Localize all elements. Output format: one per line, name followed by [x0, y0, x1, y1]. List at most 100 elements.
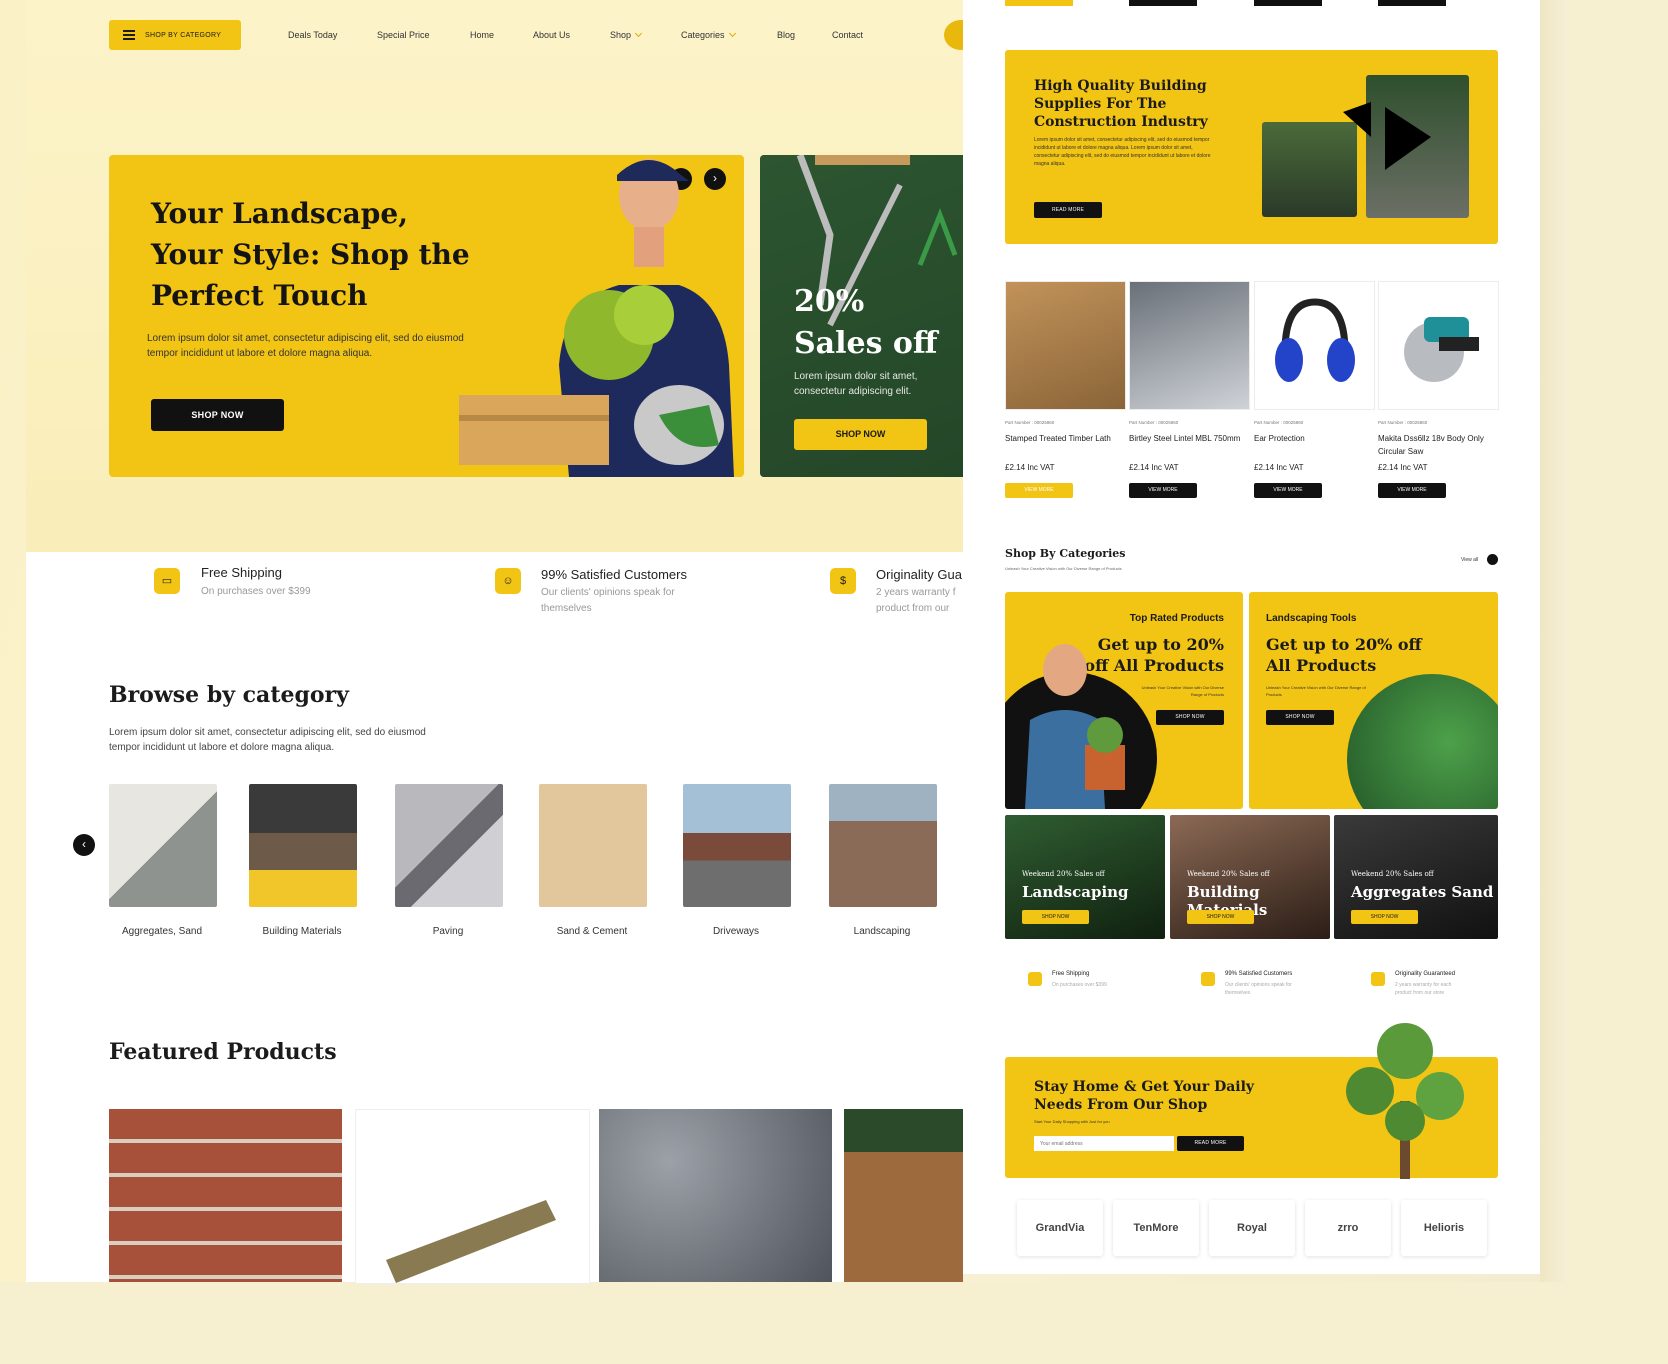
feature-title: Free Shipping	[201, 565, 282, 580]
product-fence-image[interactable]	[844, 1109, 963, 1282]
sale-title: 20% Sales off	[794, 284, 938, 361]
product-name[interactable]: Makita Dss6llz 18v Body Only Circular Sa…	[1378, 432, 1493, 458]
homepage-right: High Quality Building Supplies For The C…	[963, 0, 1540, 1274]
newsletter-sub: Start Your Daily Shopping with Just for …	[1034, 1119, 1110, 1124]
play-icon[interactable]	[1343, 102, 1433, 172]
hero-shop-now-button[interactable]: SHOP NOW	[151, 399, 284, 431]
feature-sub: 2 years warranty for each product from o…	[1395, 982, 1452, 996]
newsletter-banner: Stay Home & Get Your Daily Needs From Ou…	[1005, 1023, 1498, 1179]
category-label[interactable]: Building Materials	[237, 926, 367, 937]
product-name[interactable]: Ear Protection	[1254, 432, 1369, 445]
browse-title: Browse by category	[109, 682, 349, 708]
category-aggregates-image[interactable]	[109, 784, 217, 907]
category-landscaping-image[interactable]	[829, 784, 937, 907]
category-paving-image[interactable]	[395, 784, 503, 907]
browse-text: Lorem ipsum dolor sit amet, consectetur …	[109, 727, 426, 753]
nav-shop[interactable]: Shop	[610, 29, 643, 40]
product-bricks-image[interactable]	[109, 1109, 342, 1282]
tile-kicker: Weekend 20% Sales off	[1351, 870, 1434, 878]
weekend-tile-landscaping[interactable]: Weekend 20% Sales off Landscaping SHOP N…	[1005, 815, 1165, 939]
category-label[interactable]: Driveways	[671, 926, 801, 937]
product-image-circular-saw[interactable]	[1378, 281, 1499, 410]
feature-title: Free Shipping	[1052, 971, 1090, 977]
chevron-down-icon	[728, 29, 736, 38]
promo-kicker: Top Rated Products	[1129, 613, 1224, 624]
nav-contact[interactable]: Contact	[832, 30, 863, 40]
promo-shop-now-button[interactable]: SHOP NOW	[1156, 710, 1224, 725]
nav-blog[interactable]: Blog	[777, 30, 795, 40]
category-sand-cement-image[interactable]	[539, 784, 647, 907]
shop-categories-title: Shop By Categories	[1005, 547, 1126, 560]
nav-home[interactable]: Home	[470, 30, 494, 40]
feature-title: Originality Gua	[876, 567, 962, 582]
weekend-tile-aggregates-sand[interactable]: Weekend 20% Sales off Aggregates Sand SH…	[1334, 815, 1498, 939]
smile-icon: ☺	[495, 568, 521, 594]
tile-kicker: Weekend 20% Sales off	[1187, 870, 1270, 878]
product-gravel-image[interactable]	[599, 1109, 832, 1282]
newsletter-email-input[interactable]	[1034, 1136, 1174, 1151]
feature-title: 99% Satisfied Customers	[1225, 971, 1293, 977]
product-part-number: Part Number : 00025860	[1005, 420, 1055, 425]
tile-shop-now-button[interactable]: SHOP NOW	[1022, 910, 1089, 924]
menu-icon	[123, 28, 135, 42]
chevron-down-icon	[634, 29, 643, 38]
promo-card-top-rated: Top Rated Products Get up to 20% off All…	[1005, 592, 1243, 809]
nav-categories[interactable]: Categories	[681, 29, 736, 40]
hero-banner: Your Landscape, Your Style: Shop the Per…	[109, 155, 744, 477]
brand-logo-zrro[interactable]: zrro	[1305, 1200, 1391, 1256]
tile-title: Aggregates Sand	[1351, 883, 1494, 901]
product-price: £2.14 Inc VAT	[1378, 463, 1428, 472]
sale-banner: 20% Sales off Lorem ipsum dolor sit amet…	[760, 155, 963, 477]
featured-title: Featured Products	[109, 1039, 337, 1065]
product-image-ear-protection[interactable]	[1254, 281, 1375, 410]
tile-shop-now-button[interactable]: SHOP NOW	[1351, 910, 1418, 924]
category-label[interactable]: Aggregates, Sand	[97, 926, 227, 937]
shop-by-category-button[interactable]: SHOP BY CATEGORY	[109, 20, 241, 50]
nav-special-price[interactable]: Special Price	[377, 30, 430, 40]
product-timber-image[interactable]	[355, 1109, 590, 1284]
product-part-number: Part Number : 00025860	[1129, 420, 1179, 425]
quality-banner: High Quality Building Supplies For The C…	[1005, 50, 1498, 244]
view-more-button[interactable]: VIEW MORE	[1129, 483, 1197, 498]
category-label[interactable]: Paving	[383, 926, 513, 937]
nav-deals-today[interactable]: Deals Today	[288, 30, 337, 40]
sale-shop-now-button[interactable]: SHOP NOW	[794, 419, 927, 450]
newsletter-title: Stay Home & Get Your Daily Needs From Ou…	[1034, 1079, 1255, 1113]
brand-logo-grandvia[interactable]: GrandVia	[1017, 1200, 1103, 1256]
nav-about-us[interactable]: About Us	[533, 30, 570, 40]
product-name[interactable]: Birtley Steel Lintel MBL 750mm	[1129, 432, 1244, 445]
newsletter-submit-button[interactable]: READ MORE	[1177, 1136, 1244, 1151]
page-edge	[1540, 0, 1568, 1282]
brand-logo-helioris[interactable]: Helioris	[1401, 1200, 1487, 1256]
feature-sub: On purchases over $399	[201, 586, 311, 597]
product-price: £2.14 Inc VAT	[1254, 463, 1304, 472]
quality-read-more-button[interactable]: READ MORE	[1034, 202, 1102, 218]
man-thumbs-up-image	[1025, 644, 1125, 809]
quality-text: Lorem ipsum dolor sit amet, consectetur …	[1034, 137, 1211, 167]
arrow-right-icon[interactable]	[1487, 554, 1498, 565]
tile-shop-now-button[interactable]: SHOP NOW	[1187, 910, 1254, 924]
product-price: £2.14 Inc VAT	[1129, 463, 1179, 472]
product-image-lintel[interactable]	[1129, 281, 1250, 410]
promo-card-landscaping-tools: Landscaping Tools Get up to 20% off All …	[1249, 592, 1498, 809]
brand-logo-tenmore[interactable]: TenMore	[1113, 1200, 1199, 1256]
view-more-button[interactable]: VIEW MORE	[1378, 483, 1446, 498]
browse-prev-button[interactable]: ‹	[73, 834, 95, 856]
promo-shop-now-button[interactable]: SHOP NOW	[1266, 710, 1334, 725]
view-more-button[interactable]: VIEW MORE	[1254, 483, 1322, 498]
top-button-partial	[1005, 0, 1073, 6]
product-price: £2.14 Inc VAT	[1005, 463, 1055, 472]
gardener-image	[459, 159, 734, 477]
top-button-partial	[1378, 0, 1446, 6]
view-all-link[interactable]: View all	[1461, 557, 1478, 563]
brand-logo-royal[interactable]: Royal	[1209, 1200, 1295, 1256]
product-image-timber[interactable]	[1005, 281, 1126, 410]
category-label[interactable]: Sand & Cement	[527, 926, 657, 937]
category-driveways-image[interactable]	[683, 784, 791, 907]
weekend-tile-building-materials[interactable]: Weekend 20% Sales off Building Materials…	[1170, 815, 1330, 939]
category-label[interactable]: Landscaping	[817, 926, 947, 937]
category-building-materials-image[interactable]	[249, 784, 357, 907]
feature-sub: Our clients' opinions speak for themselv…	[1225, 982, 1292, 996]
view-more-button[interactable]: VIEW MORE	[1005, 483, 1073, 498]
product-name[interactable]: Stamped Treated Timber Lath	[1005, 432, 1120, 445]
